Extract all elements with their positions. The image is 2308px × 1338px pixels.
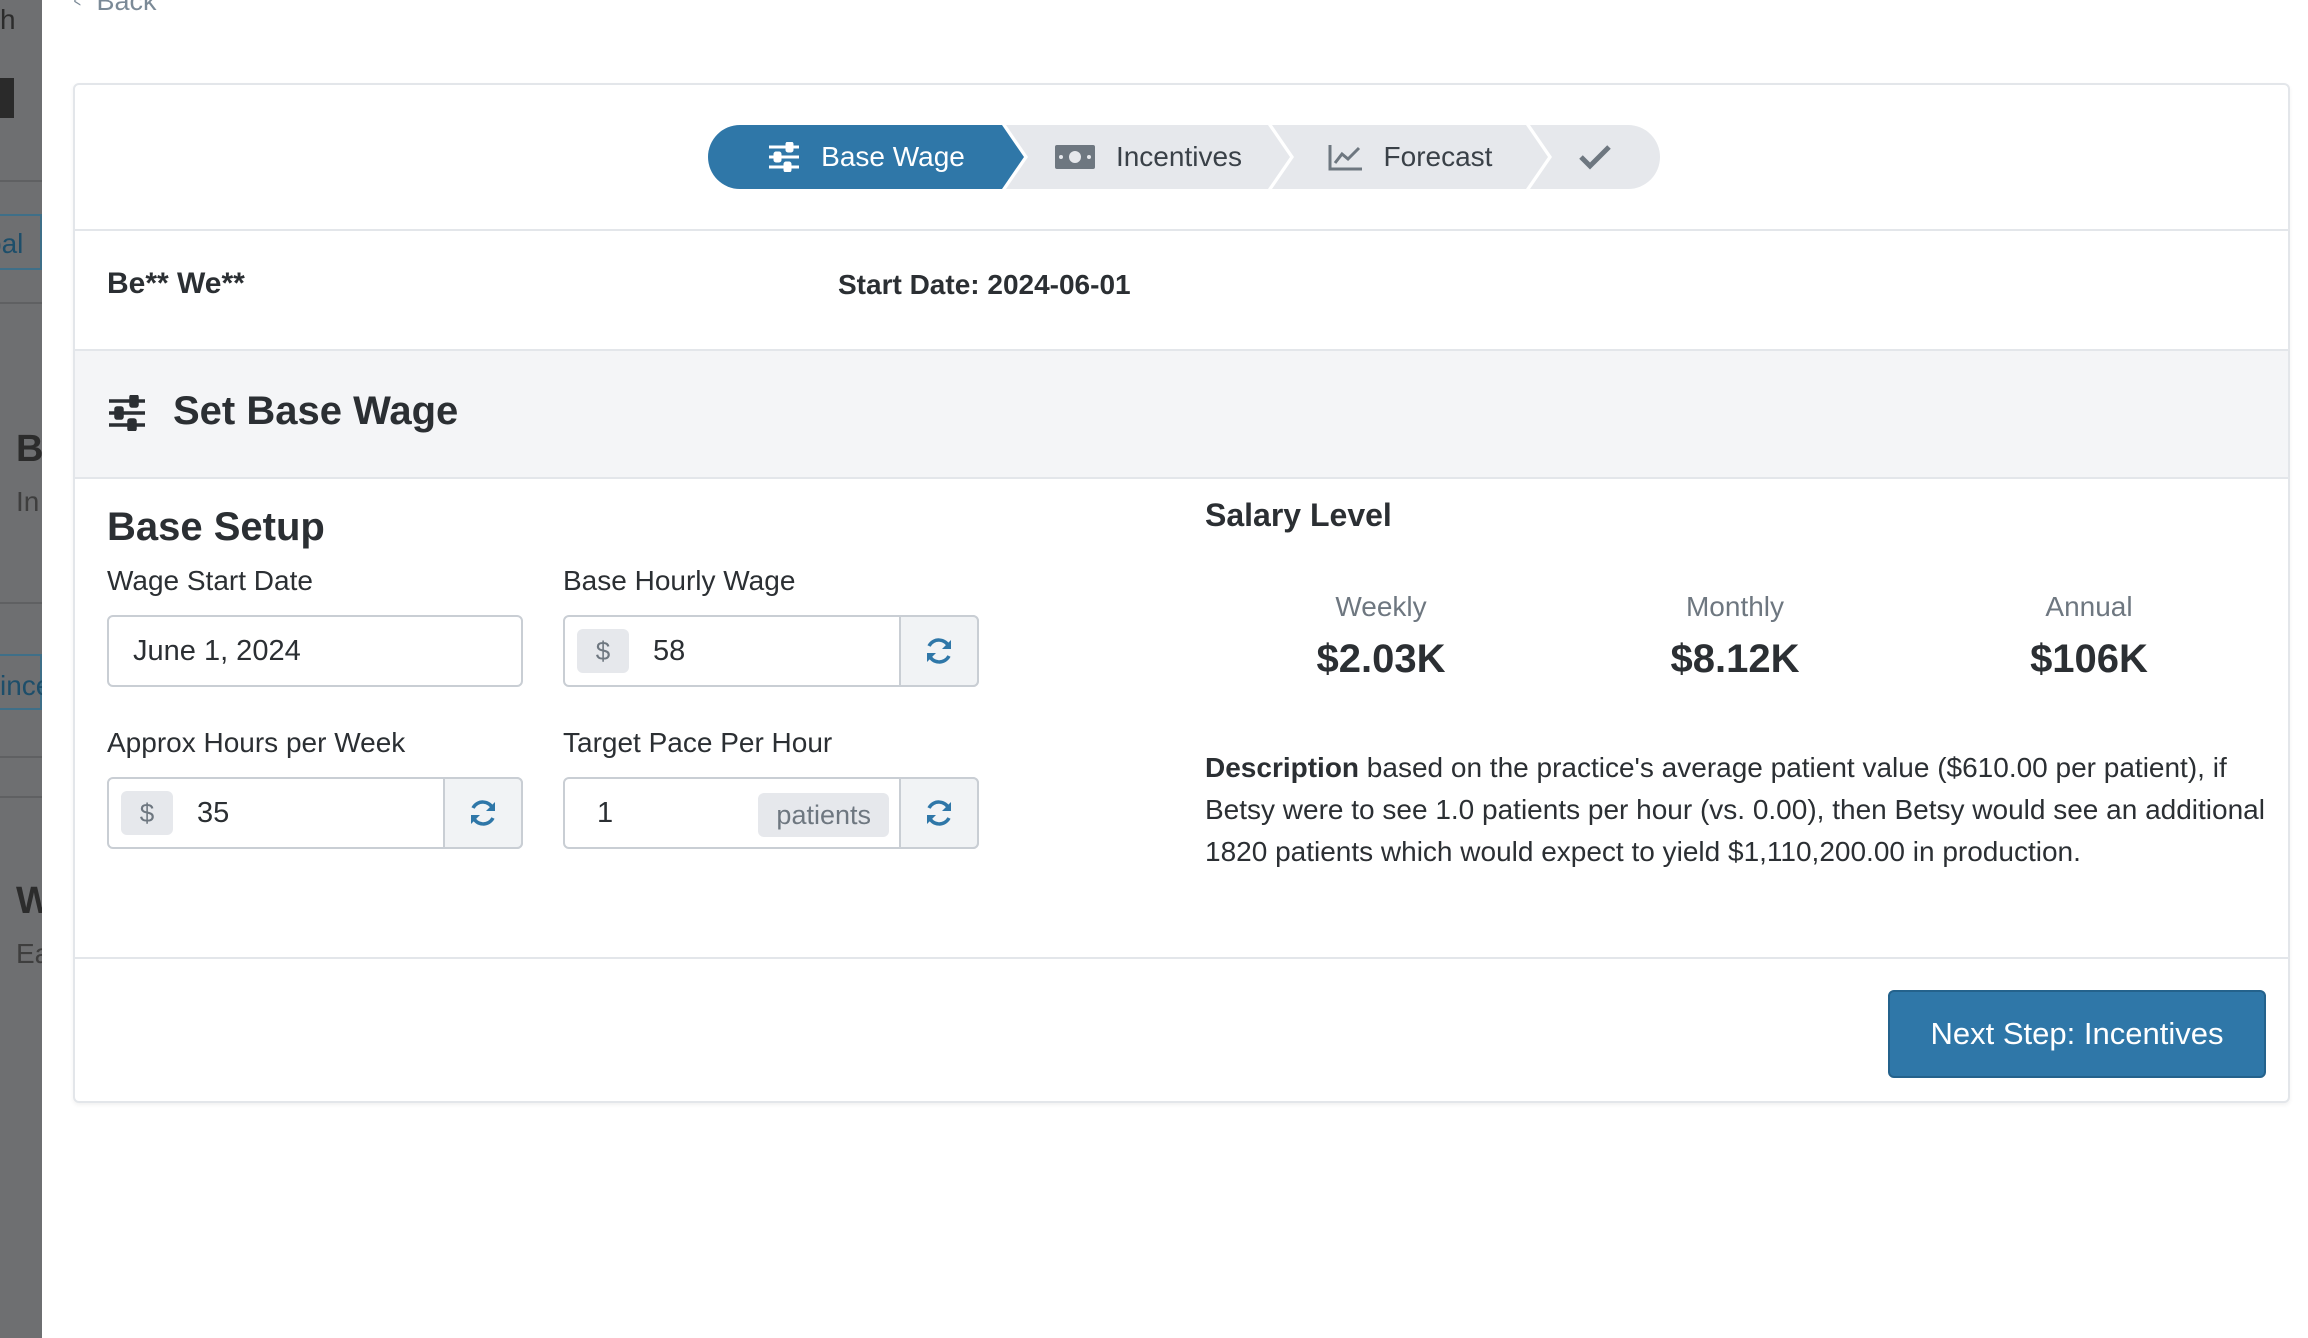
sliders-icon — [767, 142, 801, 172]
approx-hours-label: Approx Hours per Week — [107, 727, 406, 758]
background-divider — [0, 756, 42, 758]
background-divider — [0, 302, 42, 304]
background-divider — [0, 796, 42, 798]
target-pace-value: 1 — [597, 796, 614, 829]
refresh-icon — [927, 800, 951, 826]
base-hourly-wage-input[interactable]: $ 58 — [563, 615, 979, 687]
salary-weekly-label: Weekly — [1335, 591, 1427, 622]
stepper-row: Base Wage Incentives Forecast — [75, 85, 2288, 231]
employee-name: Be** We** — [107, 267, 245, 300]
background-text: h — [0, 4, 16, 35]
salary-annual: Annual $106K — [1939, 591, 2239, 682]
target-pace-input[interactable]: 1 patients — [563, 777, 979, 849]
employee-info-row: Be** We** Start Date: 2024-06-01 — [75, 231, 2288, 351]
step-label: Base Wage — [821, 141, 965, 172]
description-label: Description — [1205, 752, 1360, 783]
step-base-wage[interactable]: Base Wage — [708, 125, 1024, 189]
currency-prefix: $ — [121, 791, 173, 835]
background-text: ince — [0, 670, 42, 701]
refresh-hours-button[interactable] — [443, 777, 523, 849]
background-text: bal — [0, 228, 24, 259]
background-app: h bal B In ince W Ea — [0, 0, 42, 1338]
chevron-left-icon: < — [73, 0, 81, 11]
background-text: Ea — [16, 938, 42, 969]
wage-start-date-label: Wage Start Date — [107, 565, 313, 596]
salary-monthly: Monthly $8.12K — [1585, 591, 1885, 682]
next-step-button[interactable]: Next Step: Incentives — [1888, 990, 2266, 1078]
approx-hours-value: 35 — [197, 796, 230, 829]
step-complete[interactable] — [1530, 125, 1660, 189]
refresh-icon — [927, 638, 951, 664]
background-divider — [0, 602, 42, 604]
refresh-icon — [471, 800, 495, 826]
salary-description: Description based on the practice's aver… — [1205, 747, 2275, 873]
base-setup-title: Base Setup — [107, 505, 325, 549]
back-link[interactable]: < Back — [72, 0, 157, 17]
refresh-base-wage-button[interactable] — [899, 615, 979, 687]
wage-start-date-value: June 1, 2024 — [133, 634, 301, 667]
salary-weekly-value: $2.03K — [1316, 637, 1446, 681]
section-header: Set Base Wage — [75, 351, 2288, 479]
footer-divider — [75, 957, 2288, 959]
background-text: W — [16, 880, 42, 922]
wage-wizard-card: Base Wage Incentives Forecast Be** We** … — [73, 83, 2290, 1103]
line-chart-icon — [1328, 143, 1364, 171]
salary-level-title: Salary Level — [1205, 497, 1392, 533]
step-incentives[interactable]: Incentives — [1006, 125, 1290, 189]
salary-annual-value: $106K — [2030, 637, 2148, 681]
sliders-icon — [107, 394, 147, 436]
section-title: Set Base Wage — [173, 389, 459, 433]
refresh-pace-button[interactable] — [899, 777, 979, 849]
background-divider — [0, 180, 42, 182]
background-block — [0, 78, 14, 118]
salary-monthly-value: $8.12K — [1670, 637, 1800, 681]
salary-monthly-label: Monthly — [1685, 591, 1785, 622]
salary-weekly: Weekly $2.03K — [1231, 591, 1531, 682]
money-bill-icon — [1054, 144, 1096, 170]
target-pace-label: Target Pace Per Hour — [563, 727, 833, 758]
step-label: Forecast — [1383, 141, 1493, 172]
currency-prefix: $ — [577, 629, 629, 673]
approx-hours-input[interactable]: $ 35 — [107, 777, 523, 849]
background-text: B — [16, 428, 42, 470]
wizard-stepper: Base Wage Incentives Forecast — [708, 125, 1660, 189]
salary-annual-label: Annual — [2045, 591, 2133, 622]
wage-start-date-input[interactable]: June 1, 2024 — [107, 615, 523, 687]
base-hourly-wage-value: 58 — [653, 634, 686, 667]
step-label: Incentives — [1115, 141, 1243, 172]
description-text: based on the practice's average patient … — [1205, 752, 2265, 867]
background-text: In — [16, 486, 40, 517]
base-hourly-wage-label: Base Hourly Wage — [563, 565, 796, 596]
check-icon — [1578, 144, 1612, 170]
step-forecast[interactable]: Forecast — [1272, 125, 1548, 189]
back-label: Back — [96, 0, 157, 16]
patients-suffix: patients — [758, 793, 889, 837]
employee-start-date: Start Date: 2024-06-01 — [838, 269, 1131, 300]
